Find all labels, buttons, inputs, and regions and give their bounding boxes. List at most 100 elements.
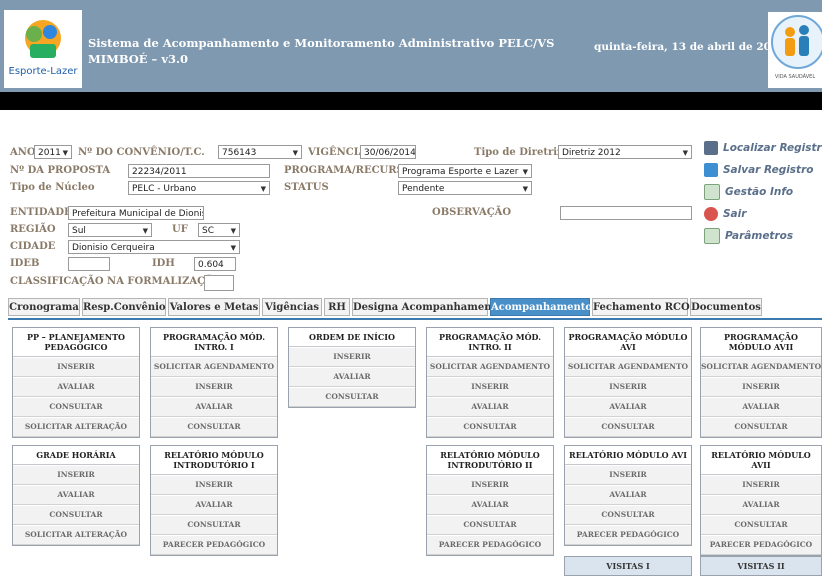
ideb-input[interactable] xyxy=(68,257,110,271)
avaliar-button[interactable]: AVALIAR xyxy=(427,397,553,417)
programa-select[interactable]: Programa Esporte e Lazer xyxy=(398,164,532,178)
tab-valores-metas[interactable]: Valores e Metas xyxy=(168,298,260,316)
card-programacao-intro-1: PROGRAMAÇÃO MÓD. INTRO. I SOLICITAR AGEN… xyxy=(150,327,278,438)
card-grade-horaria: GRADE HORÁRIA INSERIR AVALIAR CONSULTAR … xyxy=(12,445,140,546)
diretriz-select[interactable]: Diretriz 2012 xyxy=(558,145,692,159)
nucleo-select[interactable]: PELC - Urbano xyxy=(128,181,270,195)
classificacao-label: CLASSIFICAÇÃO NA FORMALIZAÇÃO xyxy=(10,276,222,287)
entidade-input[interactable]: Prefeitura Municipal de Dionisio xyxy=(68,206,204,220)
salvar-registro-button[interactable]: Salvar Registro xyxy=(704,160,822,180)
card-programacao-avii: PROGRAMAÇÃO MÓDULO AVII SOLICITAR AGENDA… xyxy=(700,327,822,438)
consultar-button[interactable]: CONSULTAR xyxy=(427,515,553,535)
save-icon xyxy=(704,163,718,177)
visitas-2-button[interactable]: VISITAS II xyxy=(700,556,822,576)
convenio-select[interactable]: 756143 xyxy=(218,145,302,159)
sair-button[interactable]: Sair xyxy=(704,204,822,224)
parecer-pedagogico-button[interactable]: PARECER PEDAGÓGICO xyxy=(151,535,277,555)
consultar-button[interactable]: CONSULTAR xyxy=(565,505,691,525)
card-relatorio-intro-2: RELATÓRIO MÓDULO INTRODUTÓRIO II INSERIR… xyxy=(426,445,554,556)
inserir-button[interactable]: INSERIR xyxy=(13,465,139,485)
ano-select[interactable]: 2011 xyxy=(34,145,72,159)
classificacao-input[interactable] xyxy=(204,275,234,291)
idh-label: IDH xyxy=(152,258,175,269)
inserir-button[interactable]: INSERIR xyxy=(565,465,691,485)
uf-select[interactable]: SC xyxy=(198,223,240,237)
vigencia-input[interactable]: 30/06/2014 xyxy=(360,145,416,159)
solicitar-agendamento-button[interactable]: SOLICITAR AGENDAMENTO xyxy=(565,357,691,377)
inserir-button[interactable]: INSERIR xyxy=(427,475,553,495)
solicitar-agendamento-button[interactable]: SOLICITAR AGENDAMENTO xyxy=(701,357,821,377)
card-relatorio-avi: RELATÓRIO MÓDULO AVI INSERIR AVALIAR CON… xyxy=(564,445,692,546)
observacao-input[interactable] xyxy=(560,206,692,220)
regiao-label: REGIÃO xyxy=(10,224,56,235)
logo-right-text: VIDA SAUDÁVEL xyxy=(774,74,816,80)
visitas-1-button[interactable]: VISITAS I xyxy=(564,556,692,576)
avaliar-button[interactable]: AVALIAR xyxy=(701,495,821,515)
tab-rh[interactable]: RH xyxy=(324,298,350,316)
consultar-button[interactable]: CONSULTAR xyxy=(13,505,139,525)
avaliar-button[interactable]: AVALIAR xyxy=(151,495,277,515)
solicitar-alteracao-button[interactable]: SOLICITAR ALTERAÇÃO xyxy=(13,525,139,545)
avaliar-button[interactable]: AVALIAR xyxy=(289,367,415,387)
card-title: GRADE HORÁRIA xyxy=(13,446,139,465)
consultar-button[interactable]: CONSULTAR xyxy=(427,417,553,437)
tab-acompanhamento[interactable]: Acompanhamento xyxy=(490,298,592,316)
solicitar-agendamento-button[interactable]: SOLICITAR AGENDAMENTO xyxy=(151,357,277,377)
idh-input[interactable]: 0.604 xyxy=(194,257,236,271)
solicitar-agendamento-button[interactable]: SOLICITAR AGENDAMENTO xyxy=(427,357,553,377)
entidade-label: ENTIDADE xyxy=(10,207,72,218)
status-select[interactable]: Pendente xyxy=(398,181,532,195)
inserir-button[interactable]: INSERIR xyxy=(701,377,821,397)
regiao-select[interactable]: Sul xyxy=(68,223,152,237)
vida-saudavel-logo: VIDA SAUDÁVEL xyxy=(768,12,822,88)
app-title-line1: Sistema de Acompanhamento e Monitorament… xyxy=(88,36,555,50)
proposta-input[interactable]: 22234/2011 xyxy=(128,164,270,178)
consultar-button[interactable]: CONSULTAR xyxy=(151,515,277,535)
avaliar-button[interactable]: AVALIAR xyxy=(427,495,553,515)
gestao-info-button[interactable]: Gestão Info xyxy=(704,182,822,202)
avaliar-button[interactable]: AVALIAR xyxy=(565,397,691,417)
tab-fechamento-rco[interactable]: Fechamento RCO xyxy=(592,298,690,316)
avaliar-button[interactable]: AVALIAR xyxy=(701,397,821,417)
solicitar-alteracao-button[interactable]: SOLICITAR ALTERAÇÃO xyxy=(13,417,139,437)
card-title: RELATÓRIO MÓDULO INTRODUTÓRIO I xyxy=(151,446,277,475)
tab-underline xyxy=(8,318,822,320)
app-title: Sistema de Acompanhamento e Monitorament… xyxy=(88,35,554,67)
parecer-pedagogico-button[interactable]: PARECER PEDAGÓGICO xyxy=(701,535,821,555)
card-title: PROGRAMAÇÃO MÓDULO AVII xyxy=(701,328,821,357)
localizar-registro-button[interactable]: Localizar Registro xyxy=(704,138,822,158)
inserir-button[interactable]: INSERIR xyxy=(151,475,277,495)
proposta-label: Nº DA PROPOSTA xyxy=(10,165,111,176)
consultar-button[interactable]: CONSULTAR xyxy=(289,387,415,407)
consultar-button[interactable]: CONSULTAR xyxy=(701,515,821,535)
inserir-button[interactable]: INSERIR xyxy=(565,377,691,397)
tab-documentos[interactable]: Documentos xyxy=(690,298,762,316)
tab-resp-convenio[interactable]: Resp.Convênio xyxy=(82,298,166,316)
parametros-button[interactable]: Parâmetros xyxy=(704,226,822,246)
avaliar-button[interactable]: AVALIAR xyxy=(13,377,139,397)
card-programacao-intro-2: PROGRAMAÇÃO MÓD. INTRO. II SOLICITAR AGE… xyxy=(426,327,554,438)
exit-icon xyxy=(704,207,718,221)
black-bar xyxy=(0,92,822,110)
inserir-button[interactable]: INSERIR xyxy=(13,357,139,377)
convenio-label: Nº DO CONVÊNIO/T.C. xyxy=(78,147,205,158)
inserir-button[interactable]: INSERIR xyxy=(427,377,553,397)
tab-cronograma[interactable]: Cronograma xyxy=(8,298,80,316)
tab-designa-acompanhamento[interactable]: Designa Acompanhamento xyxy=(352,298,503,316)
avaliar-button[interactable]: AVALIAR xyxy=(151,397,277,417)
consultar-button[interactable]: CONSULTAR xyxy=(701,417,821,437)
avaliar-button[interactable]: AVALIAR xyxy=(13,485,139,505)
consultar-button[interactable]: CONSULTAR xyxy=(151,417,277,437)
parecer-pedagogico-button[interactable]: PARECER PEDAGÓGICO xyxy=(565,525,691,545)
cidade-select[interactable]: Dionisio Cerqueira xyxy=(68,240,240,254)
inserir-button[interactable]: INSERIR xyxy=(289,347,415,367)
nucleo-label: Tipo de Núcleo xyxy=(10,182,95,193)
inserir-button[interactable]: INSERIR xyxy=(151,377,277,397)
avaliar-button[interactable]: AVALIAR xyxy=(565,485,691,505)
esporte-lazer-logo: Esporte-Lazer xyxy=(4,10,82,88)
inserir-button[interactable]: INSERIR xyxy=(701,475,821,495)
consultar-button[interactable]: CONSULTAR xyxy=(13,397,139,417)
parecer-pedagogico-button[interactable]: PARECER PEDAGÓGICO xyxy=(427,535,553,555)
consultar-button[interactable]: CONSULTAR xyxy=(565,417,691,437)
tab-vigencias[interactable]: Vigências xyxy=(262,298,322,316)
